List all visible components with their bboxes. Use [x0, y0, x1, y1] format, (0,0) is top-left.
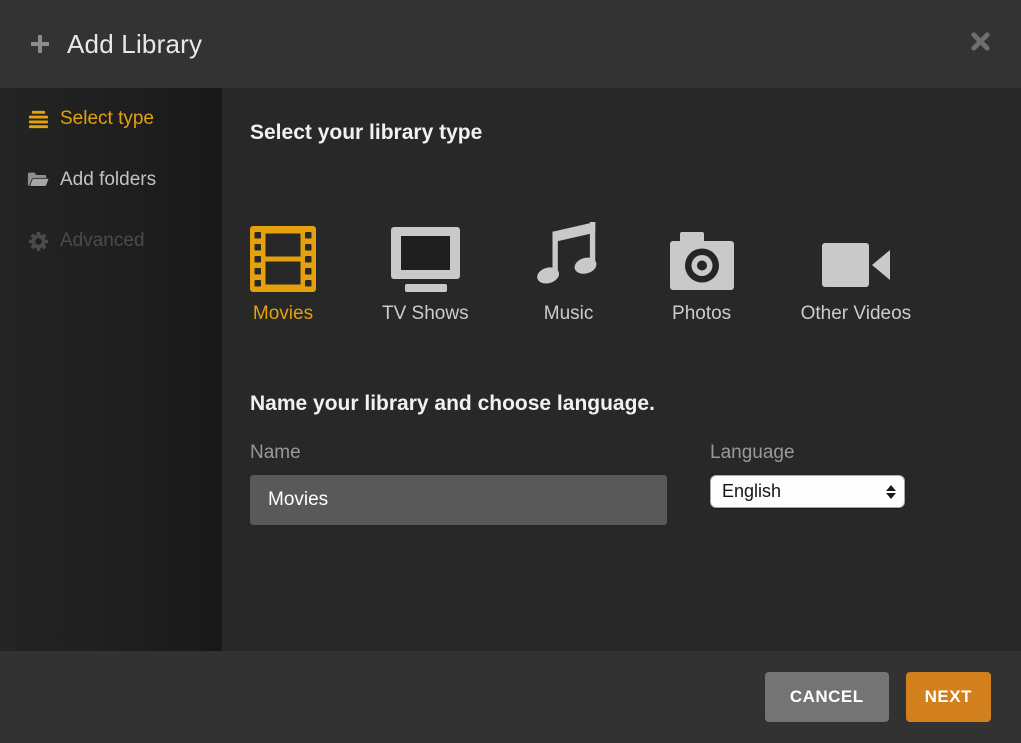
library-type-photos[interactable]: Photos — [669, 214, 735, 326]
next-button[interactable]: NEXT — [906, 672, 991, 722]
sidebar-item-label: Add folders — [60, 169, 156, 191]
sidebar-item-label: Advanced — [60, 230, 145, 252]
library-type-other-videos[interactable]: Other Videos — [801, 214, 912, 326]
add-library-dialog: Add Library Select type — [0, 0, 1021, 743]
library-type-music[interactable]: Music — [535, 214, 603, 326]
library-type-movies[interactable]: Movies — [250, 214, 316, 326]
steps-sidebar: Select type Add folders — [0, 88, 222, 651]
main-panel: Select your library type — [222, 88, 1021, 651]
language-field-label: Language — [710, 442, 905, 464]
sidebar-item-advanced: Advanced — [0, 230, 222, 252]
dialog-footer: CANCEL NEXT — [0, 651, 1021, 743]
dialog-header: Add Library — [0, 0, 1021, 88]
library-type-label: Other Videos — [801, 302, 912, 326]
library-type-tv-shows[interactable]: TV Shows — [382, 214, 469, 326]
type-section-heading: Select your library type — [250, 88, 1021, 147]
library-name-input[interactable] — [250, 475, 667, 525]
sidebar-item-label: Select type — [60, 108, 154, 130]
library-type-label: Movies — [253, 302, 313, 326]
sidebar-item-select-type[interactable]: Select type — [0, 108, 222, 130]
close-icon[interactable] — [969, 30, 992, 53]
language-select-value: English — [722, 481, 781, 502]
gear-icon — [27, 230, 49, 252]
library-type-label: TV Shows — [382, 302, 469, 326]
video-camera-icon — [821, 214, 891, 292]
fields-row: Name Language English — [250, 442, 1021, 525]
dialog-title: Add Library — [67, 29, 202, 60]
music-note-icon — [535, 214, 603, 292]
sidebar-item-add-folders[interactable]: Add folders — [0, 169, 222, 191]
filmstrip-icon — [250, 214, 316, 292]
tv-icon — [389, 214, 462, 292]
name-section-heading: Name your library and choose language. — [250, 390, 1021, 418]
cancel-button[interactable]: CANCEL — [765, 672, 889, 722]
list-icon — [27, 108, 49, 130]
library-type-label: Photos — [672, 302, 731, 326]
name-field-label: Name — [250, 442, 667, 464]
plus-icon — [28, 32, 52, 56]
select-stepper-icon — [886, 485, 896, 499]
language-field-group: Language English — [710, 442, 905, 525]
library-type-row: Movies TV Shows — [250, 214, 1021, 326]
name-field-group: Name — [250, 442, 667, 525]
language-select[interactable]: English — [710, 475, 905, 508]
library-type-label: Music — [544, 302, 594, 326]
folder-icon — [27, 169, 49, 191]
camera-icon — [669, 214, 735, 292]
